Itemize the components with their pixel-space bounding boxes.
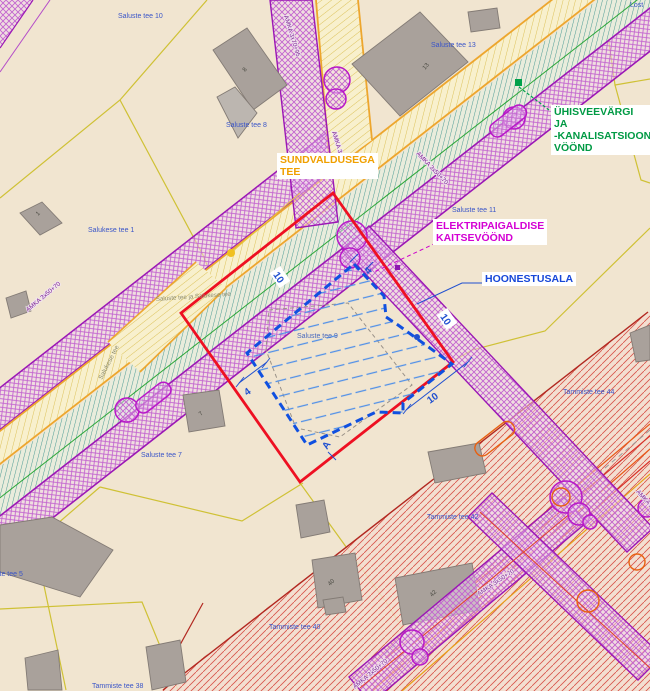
- water-point-marker: [515, 79, 522, 86]
- map-canvas: 8 13 1 7 40 42: [0, 0, 650, 691]
- label-line: ÜHISVEEVÄRGI: [554, 106, 650, 118]
- label-line: -KANALISATSIOONI: [554, 130, 650, 142]
- label-elektripaigaldise-kaitsevoond: ELEKTRIPAIGALDISE KAITSEVÖÖND: [433, 219, 547, 245]
- address-label-tammiste-40: Tammiste tee 40: [269, 624, 320, 631]
- label-sundvaldusega-tee: SUNDVALDUSEGA TEE: [277, 153, 378, 179]
- address-label-saluste-13: Saluste tee 13: [431, 42, 476, 49]
- address-label-saluste-9: Saluste tee 9: [297, 333, 338, 340]
- label-line: KAITSEVÖÖND: [436, 232, 544, 244]
- address-label-saluste-11: Saluste tee 11: [452, 207, 496, 214]
- leader-dot-yellow: [227, 249, 235, 257]
- label-line: TEE: [280, 166, 375, 178]
- address-label-tammiste-38: Tammiste tee 38: [92, 683, 143, 690]
- label-hoonestusala: HOONESTUSALA: [482, 272, 576, 286]
- label-line: SUNDVALDUSEGA: [280, 154, 375, 166]
- label-line: JA: [554, 118, 650, 130]
- label-line: ELEKTRIPAIGALDISE: [436, 220, 544, 232]
- label-line: VÖÖND: [554, 142, 650, 154]
- address-label-tammiste-42: Tammiste tee 42: [427, 514, 478, 521]
- address-label-saluste-5: Saluste tee 5: [0, 571, 23, 578]
- label-line: HOONESTUSALA: [485, 273, 573, 285]
- address-label-corner-partial: Lost: [630, 2, 643, 9]
- cable-point-marker: [395, 265, 400, 270]
- point-marker-blue: [414, 334, 420, 340]
- address-label-salukese-1: Salukese tee 1: [88, 227, 134, 234]
- address-label-saluste-8: Saluste tee 8: [226, 122, 267, 129]
- detail-plan-map[interactable]: 8 13 1 7 40 42: [0, 0, 650, 691]
- label-yhisveevargi-voond: ÜHISVEEVÄRGI JA -KANALISATSIOONI VÖÖND: [551, 105, 650, 155]
- address-label-tammiste-44: Tammiste tee 44: [563, 389, 614, 396]
- address-label-saluste-10: Saluste tee 10: [118, 13, 163, 20]
- address-label-saluste-7: Saluste tee 7: [141, 452, 182, 459]
